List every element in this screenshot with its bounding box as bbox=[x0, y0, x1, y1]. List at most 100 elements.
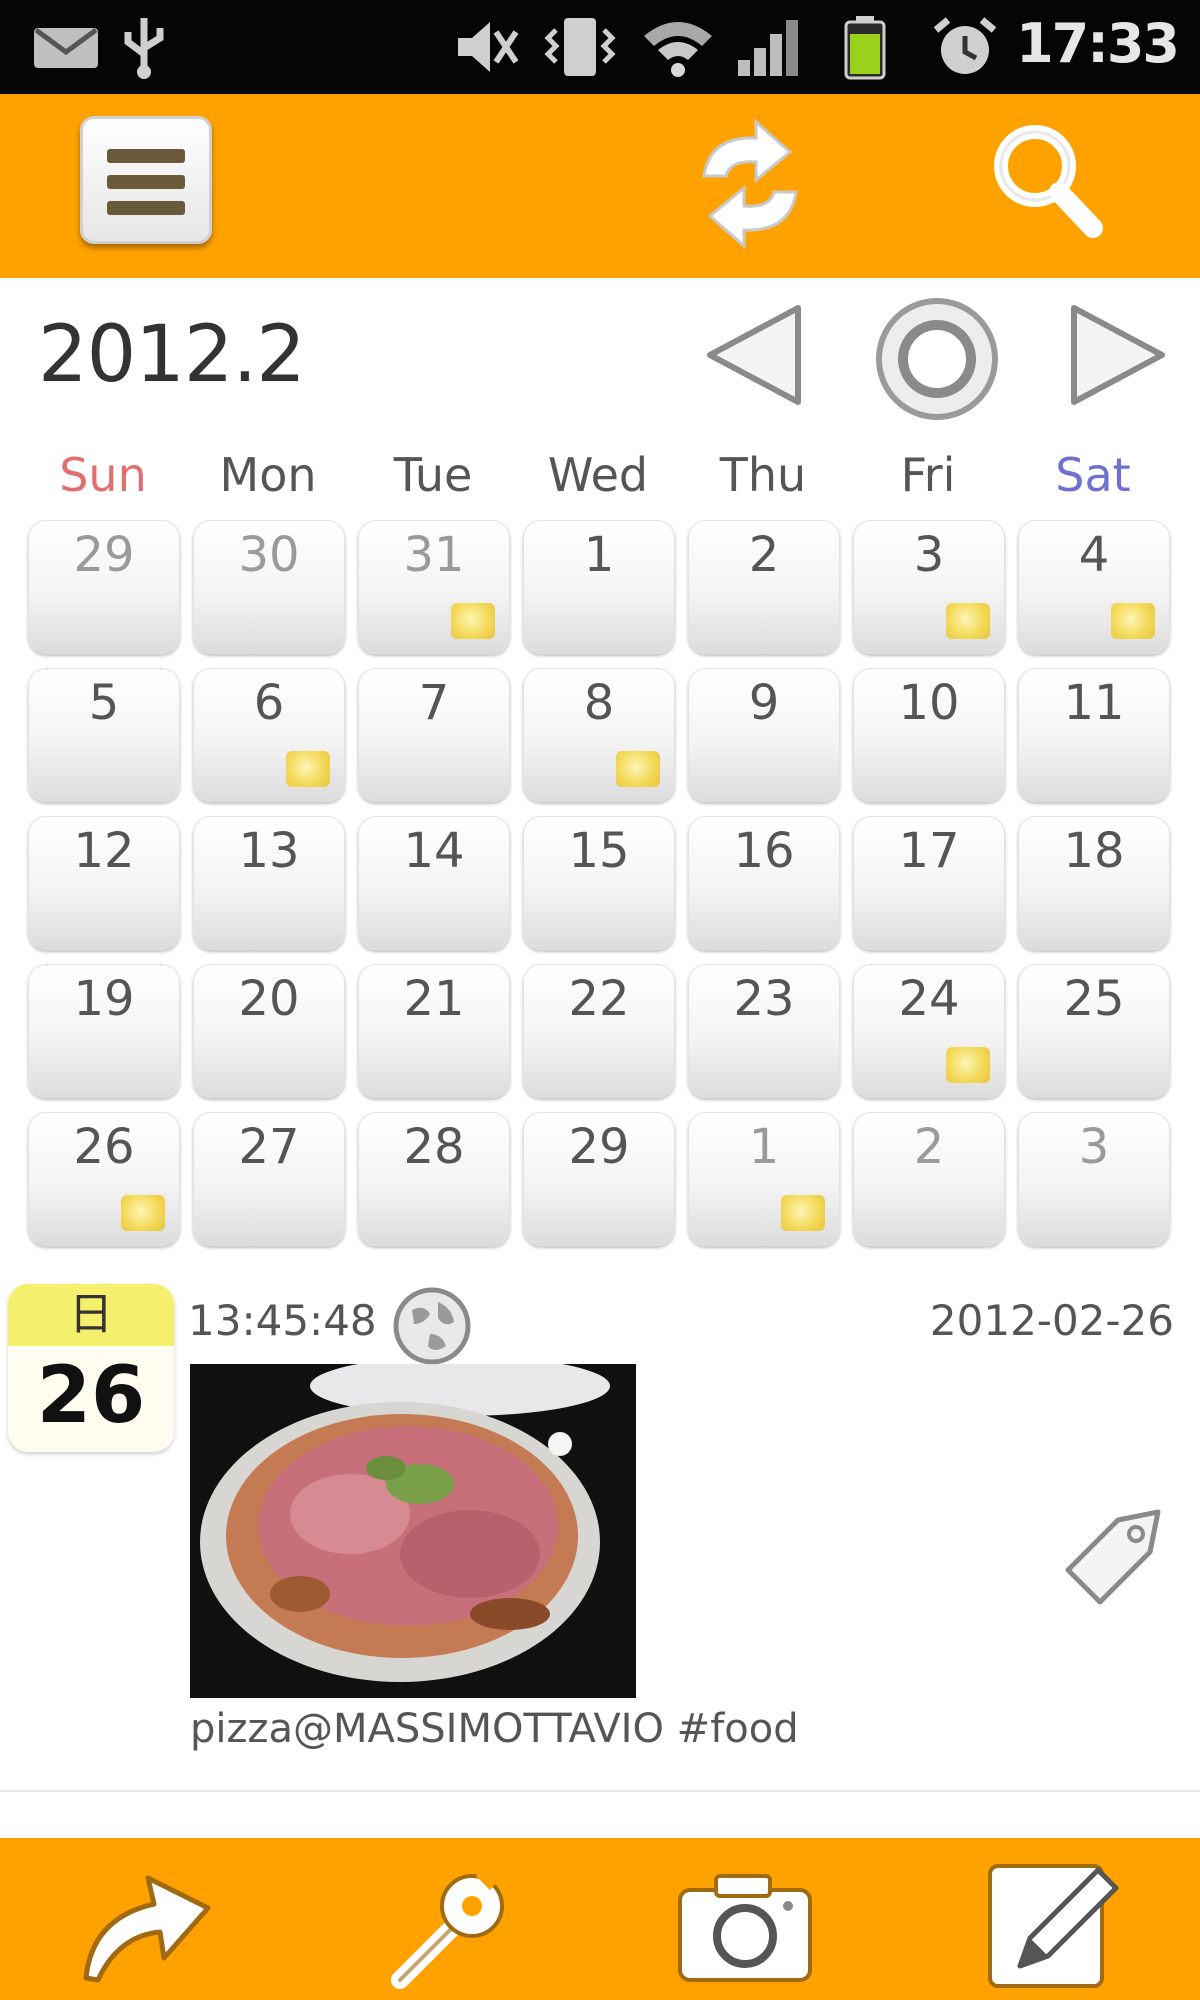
weekday-wed: Wed bbox=[547, 448, 649, 502]
day-number: 7 bbox=[418, 675, 450, 731]
day-number: 20 bbox=[238, 971, 300, 1027]
calendar-day-cell[interactable]: 19 bbox=[28, 964, 180, 1098]
calendar-day-cell[interactable]: 29 bbox=[28, 520, 180, 654]
calendar-day-cell[interactable]: 7 bbox=[358, 668, 510, 802]
mail-icon bbox=[34, 27, 98, 68]
calendar-day-cell[interactable]: 3 bbox=[853, 520, 1005, 654]
day-number: 19 bbox=[73, 971, 135, 1027]
top-action-bar bbox=[0, 94, 1200, 278]
day-number: 1 bbox=[748, 1119, 780, 1175]
bottom-toolbar bbox=[0, 1838, 1200, 2000]
day-number: 2 bbox=[913, 1119, 945, 1175]
photo-thumbnail-icon bbox=[451, 603, 495, 639]
calendar-day-cell[interactable]: 22 bbox=[523, 964, 675, 1098]
calendar-day-cell[interactable]: 9 bbox=[688, 668, 840, 802]
day-number: 8 bbox=[583, 675, 615, 731]
photo-thumbnail-icon bbox=[286, 751, 330, 787]
calendar-day-cell[interactable]: 17 bbox=[853, 816, 1005, 950]
calendar-day-cell[interactable]: 26 bbox=[28, 1112, 180, 1246]
day-number: 3 bbox=[913, 527, 945, 583]
calendar-day-cell[interactable]: 10 bbox=[853, 668, 1005, 802]
day-number: 29 bbox=[73, 527, 135, 583]
mute-icon bbox=[458, 22, 519, 72]
calendar-day-cell[interactable]: 23 bbox=[688, 964, 840, 1098]
day-number: 18 bbox=[1063, 823, 1125, 879]
photo-thumbnail-icon bbox=[1111, 603, 1155, 639]
month-title: 2012.2 bbox=[38, 310, 306, 400]
weekday-mon: Mon bbox=[219, 448, 317, 502]
day-number: 30 bbox=[238, 527, 300, 583]
photo-thumbnail-icon bbox=[121, 1195, 165, 1231]
calendar-day-cell[interactable]: 24 bbox=[853, 964, 1005, 1098]
today-circle-icon[interactable] bbox=[872, 294, 1002, 424]
vibrate-icon bbox=[544, 18, 616, 76]
day-number: 1 bbox=[583, 527, 615, 583]
calendar-day-cell[interactable]: 14 bbox=[358, 816, 510, 950]
calendar-day-cell[interactable]: 6 bbox=[193, 668, 345, 802]
day-number: 3 bbox=[1078, 1119, 1110, 1175]
calendar-day-cell[interactable]: 18 bbox=[1018, 816, 1170, 950]
entry-date: 2012-02-26 bbox=[929, 1296, 1174, 1345]
photo-thumbnail-icon bbox=[781, 1195, 825, 1231]
day-number: 23 bbox=[733, 971, 795, 1027]
day-number: 31 bbox=[403, 527, 465, 583]
photo-thumbnail-icon bbox=[946, 603, 990, 639]
calendar-day-cell[interactable]: 20 bbox=[193, 964, 345, 1098]
day-number: 15 bbox=[568, 823, 630, 879]
day-number: 25 bbox=[1063, 971, 1125, 1027]
calendar-day-cell[interactable]: 15 bbox=[523, 816, 675, 950]
day-number: 27 bbox=[238, 1119, 300, 1175]
calendar-day-cell[interactable]: 13 bbox=[193, 816, 345, 950]
globe-icon[interactable] bbox=[390, 1284, 474, 1368]
weekday-thu: Thu bbox=[719, 448, 807, 502]
calendar-day-cell[interactable]: 28 bbox=[358, 1112, 510, 1246]
tag-icon[interactable] bbox=[1058, 1500, 1170, 1612]
prev-month-icon[interactable] bbox=[700, 300, 810, 410]
battery-icon bbox=[844, 16, 886, 80]
day-number: 26 bbox=[73, 1119, 135, 1175]
calendar-day-cell[interactable]: 4 bbox=[1018, 520, 1170, 654]
day-number: 21 bbox=[403, 971, 465, 1027]
usb-icon bbox=[124, 18, 164, 79]
calendar-day-cell[interactable]: 1 bbox=[523, 520, 675, 654]
calendar-day-cell[interactable]: 1 bbox=[688, 1112, 840, 1246]
calendar-day-cell[interactable]: 30 bbox=[193, 520, 345, 654]
photo-thumbnail-icon bbox=[616, 751, 660, 787]
alarm-icon bbox=[933, 17, 997, 74]
calendar-day-cell[interactable]: 16 bbox=[688, 816, 840, 950]
refresh-icon[interactable] bbox=[680, 114, 820, 254]
app-screen: 17:33 2012.2 Sun Mon Tue Wed Thu Fri Sat… bbox=[0, 0, 1200, 2000]
settings-wrench-icon[interactable] bbox=[380, 1848, 530, 1998]
camera-icon[interactable] bbox=[670, 1848, 820, 1998]
calendar-day-cell[interactable]: 31 bbox=[358, 520, 510, 654]
next-month-icon[interactable] bbox=[1062, 300, 1172, 410]
calendar-day-cell[interactable]: 11 bbox=[1018, 668, 1170, 802]
photo-thumbnail-icon bbox=[946, 1047, 990, 1083]
day-number: 4 bbox=[1078, 527, 1110, 583]
share-arrow-icon[interactable] bbox=[68, 1848, 218, 1998]
edit-pencil-icon[interactable] bbox=[980, 1848, 1130, 1998]
day-number: 2 bbox=[748, 527, 780, 583]
day-number: 17 bbox=[898, 823, 960, 879]
entry-time: 13:45:48 bbox=[188, 1296, 377, 1345]
calendar-day-cell[interactable]: 12 bbox=[28, 816, 180, 950]
calendar-day-cell[interactable]: 2 bbox=[688, 520, 840, 654]
signal-icon bbox=[738, 20, 798, 76]
day-number: 16 bbox=[733, 823, 795, 879]
entry-day-of-week: 日 bbox=[8, 1284, 174, 1346]
day-number: 9 bbox=[748, 675, 780, 731]
menu-button[interactable] bbox=[80, 116, 212, 244]
calendar-day-cell[interactable]: 3 bbox=[1018, 1112, 1170, 1246]
day-number: 10 bbox=[898, 675, 960, 731]
calendar-day-cell[interactable]: 25 bbox=[1018, 964, 1170, 1098]
day-number: 24 bbox=[898, 971, 960, 1027]
calendar-day-cell[interactable]: 21 bbox=[358, 964, 510, 1098]
calendar-day-cell[interactable]: 5 bbox=[28, 668, 180, 802]
day-number: 11 bbox=[1063, 675, 1125, 731]
calendar-day-cell[interactable]: 8 bbox=[523, 668, 675, 802]
entry-photo[interactable] bbox=[190, 1364, 636, 1698]
calendar-day-cell[interactable]: 27 bbox=[193, 1112, 345, 1246]
calendar-day-cell[interactable]: 2 bbox=[853, 1112, 1005, 1246]
calendar-day-cell[interactable]: 29 bbox=[523, 1112, 675, 1246]
search-icon[interactable] bbox=[985, 116, 1105, 246]
